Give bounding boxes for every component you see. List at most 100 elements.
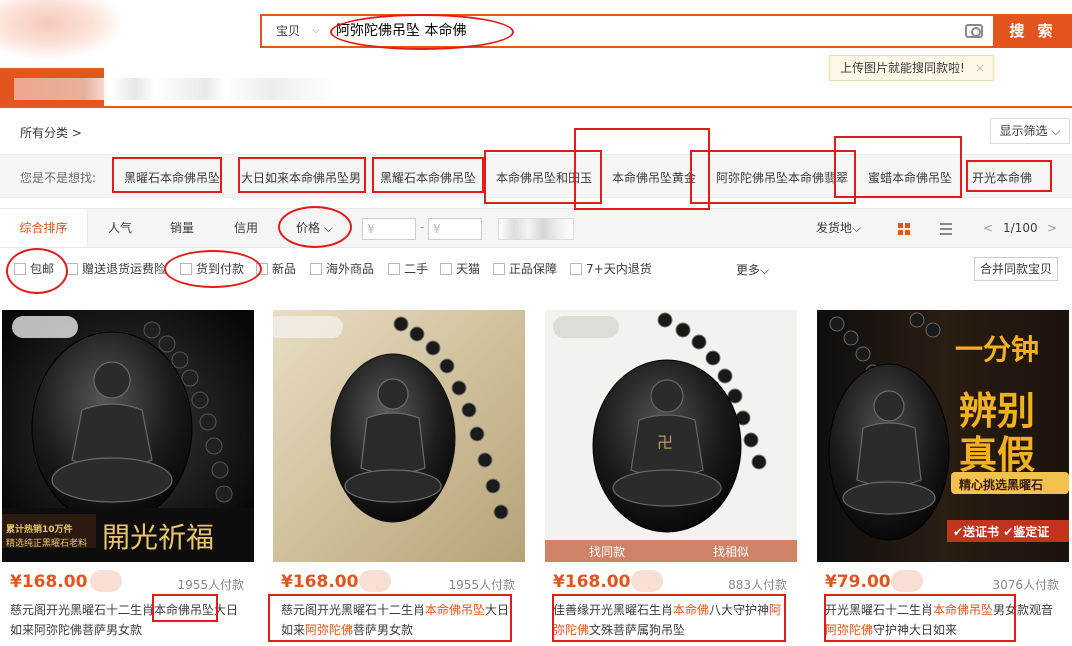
image-search-tip: 上传图片就能搜同款啦! ×	[829, 55, 994, 81]
product-sales: 1955人付款	[177, 578, 244, 592]
checkbox-box	[440, 263, 452, 275]
sort-sales[interactable]: 销量	[170, 209, 194, 247]
checkbox-label: 海外商品	[326, 262, 375, 276]
next-page-icon[interactable]: >	[1047, 209, 1057, 247]
nav-tabs-blurred	[14, 78, 334, 100]
badge-blurred	[90, 570, 122, 592]
close-icon[interactable]: ×	[975, 56, 985, 80]
annotation-box	[552, 594, 786, 642]
annotation-ellipse	[6, 248, 68, 294]
shop-badge-blurred	[273, 316, 343, 338]
annotation-box	[152, 594, 218, 622]
more-filters-button[interactable]: 更多⌵	[736, 261, 769, 278]
show-filter-button[interactable]: 显示筛选 ⌵	[990, 118, 1070, 144]
product-sales: 3076人付款	[992, 578, 1059, 592]
checkbox-7day-return[interactable]: 7+天内退货	[570, 261, 652, 277]
annotation-box	[238, 157, 366, 193]
product-image: 累计热销10万件 精选纯正黑曜石老料 開光祈福	[2, 310, 254, 562]
svg-text:卍: 卍	[657, 433, 673, 452]
checkbox-box	[310, 263, 322, 275]
annotation-ellipse	[330, 14, 514, 50]
checkbox-label: 赠送退货运费险	[82, 262, 167, 276]
product-price: ¥168.00	[281, 572, 359, 592]
filter-checkbox-row: 包邮 赠送退货运费险 货到付款 新品 海外商品 二手 天猫 正品保障 7+天内退…	[0, 252, 1072, 286]
title-text: 慈元阁开光黑曜石十二生肖	[10, 603, 155, 617]
sort-popularity[interactable]: 人气	[108, 209, 132, 247]
annotation-box	[268, 594, 512, 642]
sort-default[interactable]: 综合排序	[0, 209, 88, 247]
nav-divider	[0, 106, 1072, 108]
banner-sub-text: 累计热销10万件	[6, 525, 73, 535]
find-similar-button[interactable]: 找相似	[713, 543, 749, 560]
tip-text: 上传图片就能搜同款啦!	[840, 61, 965, 75]
product-card[interactable]: 一分钟 辨别 真假 精心挑选黑曜石 ✔送证书 ✔鉴定证 ¥79.00 3076人…	[817, 310, 1069, 640]
price-min-input[interactable]: ¥	[362, 218, 416, 240]
annotation-box	[834, 136, 962, 198]
grid-view-icon[interactable]	[898, 223, 910, 235]
merge-same-items-button[interactable]: 合并同款宝贝	[974, 257, 1058, 281]
list-view-icon[interactable]	[940, 223, 952, 235]
badge-blurred	[631, 570, 663, 592]
ad-text: 精心挑选黑曜石	[959, 478, 1044, 492]
logo-blurred	[0, 0, 120, 58]
ad-text: ✔送证书 ✔鉴定证	[953, 525, 1050, 539]
find-same-button[interactable]: 找同款	[589, 543, 625, 560]
search-scope-select[interactable]: 宝贝 ⌵	[262, 16, 324, 46]
checkbox-label: 天猫	[456, 262, 481, 276]
annotation-box	[966, 160, 1052, 192]
checkbox-box	[493, 263, 505, 275]
annotation-box	[112, 157, 222, 193]
product-sales: 1955人付款	[448, 578, 515, 592]
checkbox-genuine[interactable]: 正品保障	[493, 261, 557, 277]
ship-from-select[interactable]: 发货地⌵	[816, 209, 861, 247]
product-sales: 883人付款	[728, 578, 787, 592]
price-max-input[interactable]: ¥	[428, 218, 482, 240]
banner-sub-text: 精选纯正黑曜石老料	[6, 539, 88, 549]
all-categories-link[interactable]: 所有分类 >	[20, 124, 82, 141]
checkbox-label: 7+天内退货	[586, 262, 652, 276]
badge-blurred	[891, 570, 923, 592]
annotation-ellipse	[278, 206, 352, 248]
checkbox-box	[570, 263, 582, 275]
price-histogram	[498, 218, 574, 240]
chevron-down-icon: ⌵	[312, 25, 320, 36]
checkbox-label: 二手	[404, 262, 429, 276]
product-price: ¥79.00	[825, 572, 891, 592]
checkbox-new[interactable]: 新品	[256, 261, 296, 277]
product-image	[273, 310, 525, 562]
sort-credit[interactable]: 信用	[234, 209, 258, 247]
annotation-ellipse	[164, 250, 262, 288]
search-button[interactable]: 搜 索	[993, 14, 1072, 48]
product-image: 卍 找同款 找相似	[545, 310, 797, 562]
checkbox-return-insurance[interactable]: 赠送退货运费险	[66, 261, 166, 277]
shop-badge-blurred	[12, 316, 78, 338]
price-range-dash: -	[420, 220, 425, 234]
annotation-box	[690, 150, 856, 204]
search-scope-label: 宝贝	[276, 24, 301, 38]
ad-text: 一分钟	[955, 333, 1040, 366]
checkbox-label: 正品保障	[509, 262, 558, 276]
annotation-box	[372, 157, 484, 193]
product-card[interactable]: 累计热销10万件 精选纯正黑曜石老料 開光祈福 ¥168.00 1955人付款 …	[2, 310, 254, 640]
checkbox-box	[388, 263, 400, 275]
product-image: 一分钟 辨别 真假 精心挑选黑曜石 ✔送证书 ✔鉴定证	[817, 310, 1069, 562]
banner-text: 開光祈福	[102, 521, 215, 554]
checkbox-label: 新品	[272, 262, 297, 276]
pager: < 1/100 >	[975, 209, 1072, 247]
checkbox-second-hand[interactable]: 二手	[388, 261, 428, 277]
shop-badge-blurred	[553, 316, 619, 338]
sort-bar: 综合排序 人气 销量 信用 价格 ⌵ ¥ - ¥ 发货地⌵ < 1/100 >	[0, 208, 1072, 248]
checkbox-tmall[interactable]: 天猫	[440, 261, 480, 277]
badge-blurred	[359, 570, 391, 592]
product-price: ¥168.00	[10, 572, 88, 592]
product-price: ¥168.00	[553, 572, 631, 592]
annotation-box	[824, 594, 1016, 642]
prev-page-icon[interactable]: <	[983, 209, 993, 247]
camera-icon[interactable]	[965, 24, 983, 38]
ad-text: 真假	[959, 433, 1036, 477]
product-card[interactable]: 卍 找同款 找相似 ¥168.00 883人付款 佳善缘开光黑曜石生肖本命佛八大…	[545, 310, 797, 640]
product-card[interactable]: ¥168.00 1955人付款 慈元阁开光黑曜石十二生肖本命佛吊坠大日如来阿弥陀…	[273, 310, 525, 640]
suggestion-label: 您是不是想找:	[20, 171, 97, 185]
page-indicator: 1/100	[1003, 221, 1038, 235]
checkbox-overseas[interactable]: 海外商品	[310, 261, 374, 277]
